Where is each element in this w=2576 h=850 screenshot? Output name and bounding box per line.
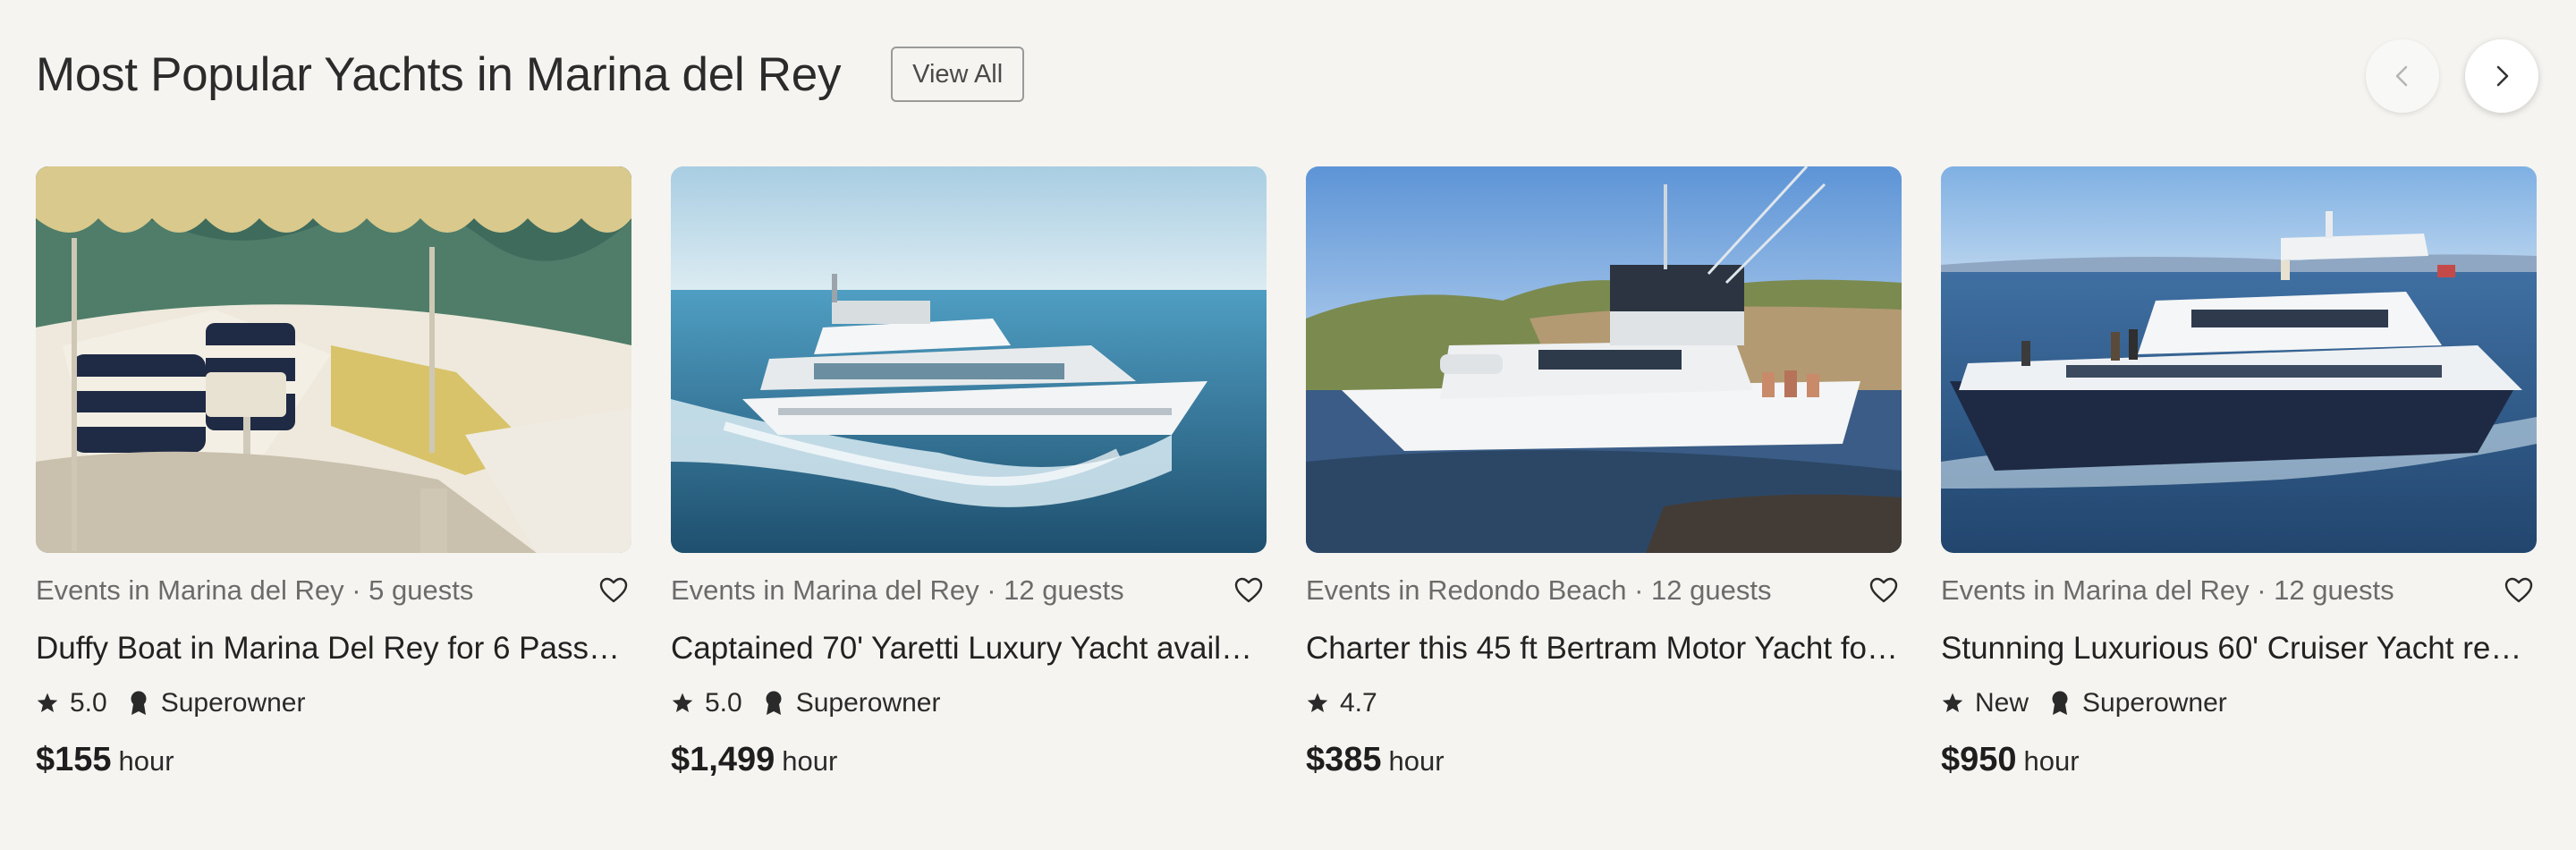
superowner-label: Superowner xyxy=(795,688,941,718)
listing-meta-row: Events in Marina del Rey · 12 guests xyxy=(671,571,1267,610)
favorite-heart-icon[interactable] xyxy=(1868,574,1900,607)
chevron-left-icon xyxy=(2395,65,2408,87)
price-unit: hour xyxy=(1388,745,1445,777)
star-icon xyxy=(1307,693,1328,712)
listing-rating-row: 5.0 Superowner xyxy=(36,685,631,721)
listing-meta-row: Events in Marina del Rey · 5 guests xyxy=(36,571,631,610)
view-all-button[interactable]: View All xyxy=(891,47,1025,102)
listing-title[interactable]: Charter this 45 ft Bertram Motor Yacht f… xyxy=(1306,628,1902,669)
favorite-heart-icon[interactable] xyxy=(1233,574,1265,607)
price-unit: hour xyxy=(118,745,174,777)
star-icon xyxy=(1942,693,1963,712)
listing-photo[interactable] xyxy=(671,166,1267,553)
superowner-badge-icon xyxy=(2052,691,2068,715)
listing-photo[interactable] xyxy=(36,166,631,553)
listing-card[interactable]: Events in Marina del Rey · 5 guests Duff… xyxy=(36,166,631,782)
listing-location-guests: Events in Marina del Rey · 12 guests xyxy=(1941,574,2394,606)
listing-location-guests: Events in Marina del Rey · 5 guests xyxy=(36,574,474,606)
superowner-badge-icon xyxy=(131,691,147,715)
listing-rating-row: 5.0 Superowner xyxy=(671,685,1267,721)
listing-price-row: $385 hour xyxy=(1306,741,1902,782)
superowner-label: Superowner xyxy=(2082,688,2227,718)
listing-rating-row: New Superowner xyxy=(1941,685,2537,721)
rating-value: 5.0 xyxy=(70,688,107,718)
listing-price: $155 xyxy=(36,741,112,778)
favorite-heart-icon[interactable] xyxy=(597,574,630,607)
listing-title[interactable]: Captained 70' Yaretti Luxury Yacht avail… xyxy=(671,628,1267,669)
superowner-badge-icon xyxy=(766,691,782,715)
listing-location-guests: Events in Marina del Rey · 12 guests xyxy=(671,574,1124,606)
rating-value: 5.0 xyxy=(705,688,742,718)
listing-photo[interactable] xyxy=(1941,166,2537,553)
rating-value: New xyxy=(1975,688,2029,718)
listing-carousel: Events in Marina del Rey · 5 guests Duff… xyxy=(36,166,2540,811)
listing-rating-row: 4.7 xyxy=(1306,685,1902,721)
rating-value: 4.7 xyxy=(1340,688,1377,718)
listing-title[interactable]: Stunning Luxurious 60' Cruiser Yacht rea… xyxy=(1941,628,2537,669)
price-unit: hour xyxy=(2023,745,2080,777)
favorite-heart-icon[interactable] xyxy=(2503,574,2535,607)
listing-location-guests: Events in Redondo Beach · 12 guests xyxy=(1306,574,1772,606)
carousel-prev-button[interactable] xyxy=(2366,39,2439,113)
listing-card[interactable]: Events in Marina del Rey · 12 guests Cap… xyxy=(671,166,1267,782)
star-icon xyxy=(672,693,693,712)
price-unit: hour xyxy=(782,745,838,777)
listing-price-row: $1,499 hour xyxy=(671,741,1267,782)
carousel-next-button[interactable] xyxy=(2465,39,2538,113)
listing-price-row: $155 hour xyxy=(36,741,631,782)
superowner-label: Superowner xyxy=(160,688,306,718)
listing-price: $1,499 xyxy=(671,741,775,778)
listing-price: $385 xyxy=(1306,741,1382,778)
star-icon xyxy=(37,693,58,712)
listing-price-row: $950 hour xyxy=(1941,741,2537,782)
listing-card[interactable]: Events in Redondo Beach · 12 guests Char… xyxy=(1306,166,1902,782)
section-title: Most Popular Yachts in Marina del Rey xyxy=(36,47,842,101)
listing-meta-row: Events in Redondo Beach · 12 guests xyxy=(1306,571,1902,610)
section-header: Most Popular Yachts in Marina del Rey Vi… xyxy=(36,43,1025,106)
listing-price: $950 xyxy=(1941,741,2017,778)
listing-title[interactable]: Duffy Boat in Marina Del Rey for 6 Passe… xyxy=(36,628,631,669)
listing-meta-row: Events in Marina del Rey · 12 guests xyxy=(1941,571,2537,610)
listing-card[interactable]: Events in Marina del Rey · 12 guests Stu… xyxy=(1941,166,2537,782)
listing-photo[interactable] xyxy=(1306,166,1902,553)
chevron-right-icon xyxy=(2496,65,2509,87)
